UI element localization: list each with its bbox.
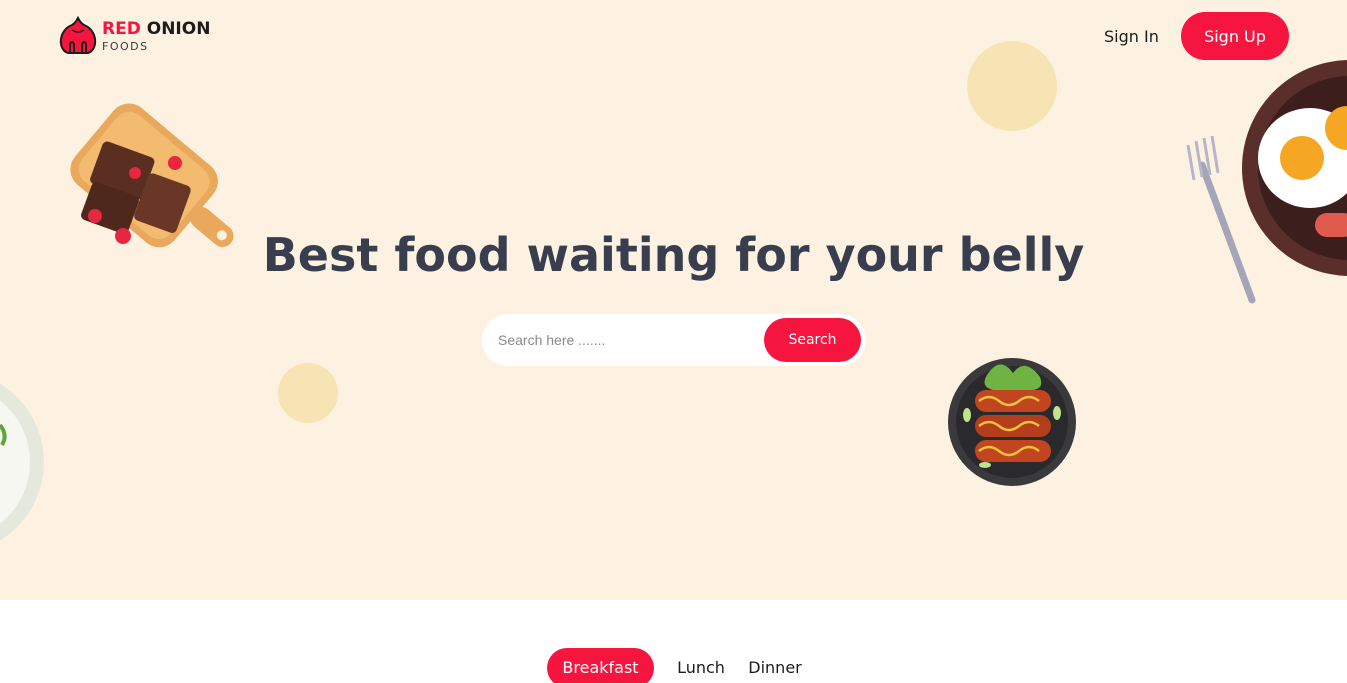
brand-name-onion: ONION	[146, 18, 211, 39]
tab-breakfast[interactable]: Breakfast	[547, 648, 654, 683]
sign-up-button[interactable]: Sign Up	[1181, 12, 1289, 60]
brand-subtitle: FOODS	[102, 39, 149, 53]
sausage-plate-illustration	[948, 358, 1076, 486]
brand-name-red: RED	[102, 18, 141, 39]
onion-logo-icon	[59, 16, 97, 54]
tab-lunch[interactable]: Lunch	[668, 648, 734, 683]
decor-circle	[278, 363, 338, 423]
search-bar: Search	[482, 314, 866, 366]
tab-dinner[interactable]: Dinner	[740, 648, 810, 683]
sign-in-button[interactable]: Sign In	[1092, 23, 1171, 51]
search-button[interactable]: Search	[764, 318, 861, 362]
brand-logo[interactable]: RED ONION FOODS	[58, 16, 210, 56]
search-input[interactable]	[498, 322, 748, 358]
brand-wordmark: RED ONION FOODS	[102, 18, 211, 53]
salad-plate-illustration	[0, 383, 44, 541]
meal-tabs: Breakfast Lunch Dinner	[0, 648, 1347, 683]
hero-section: RED ONION FOODS Sign In Sign Up Best foo…	[0, 0, 1347, 600]
decor-circle	[967, 41, 1057, 131]
hero-headline: Best food waiting for your belly	[262, 228, 1085, 282]
